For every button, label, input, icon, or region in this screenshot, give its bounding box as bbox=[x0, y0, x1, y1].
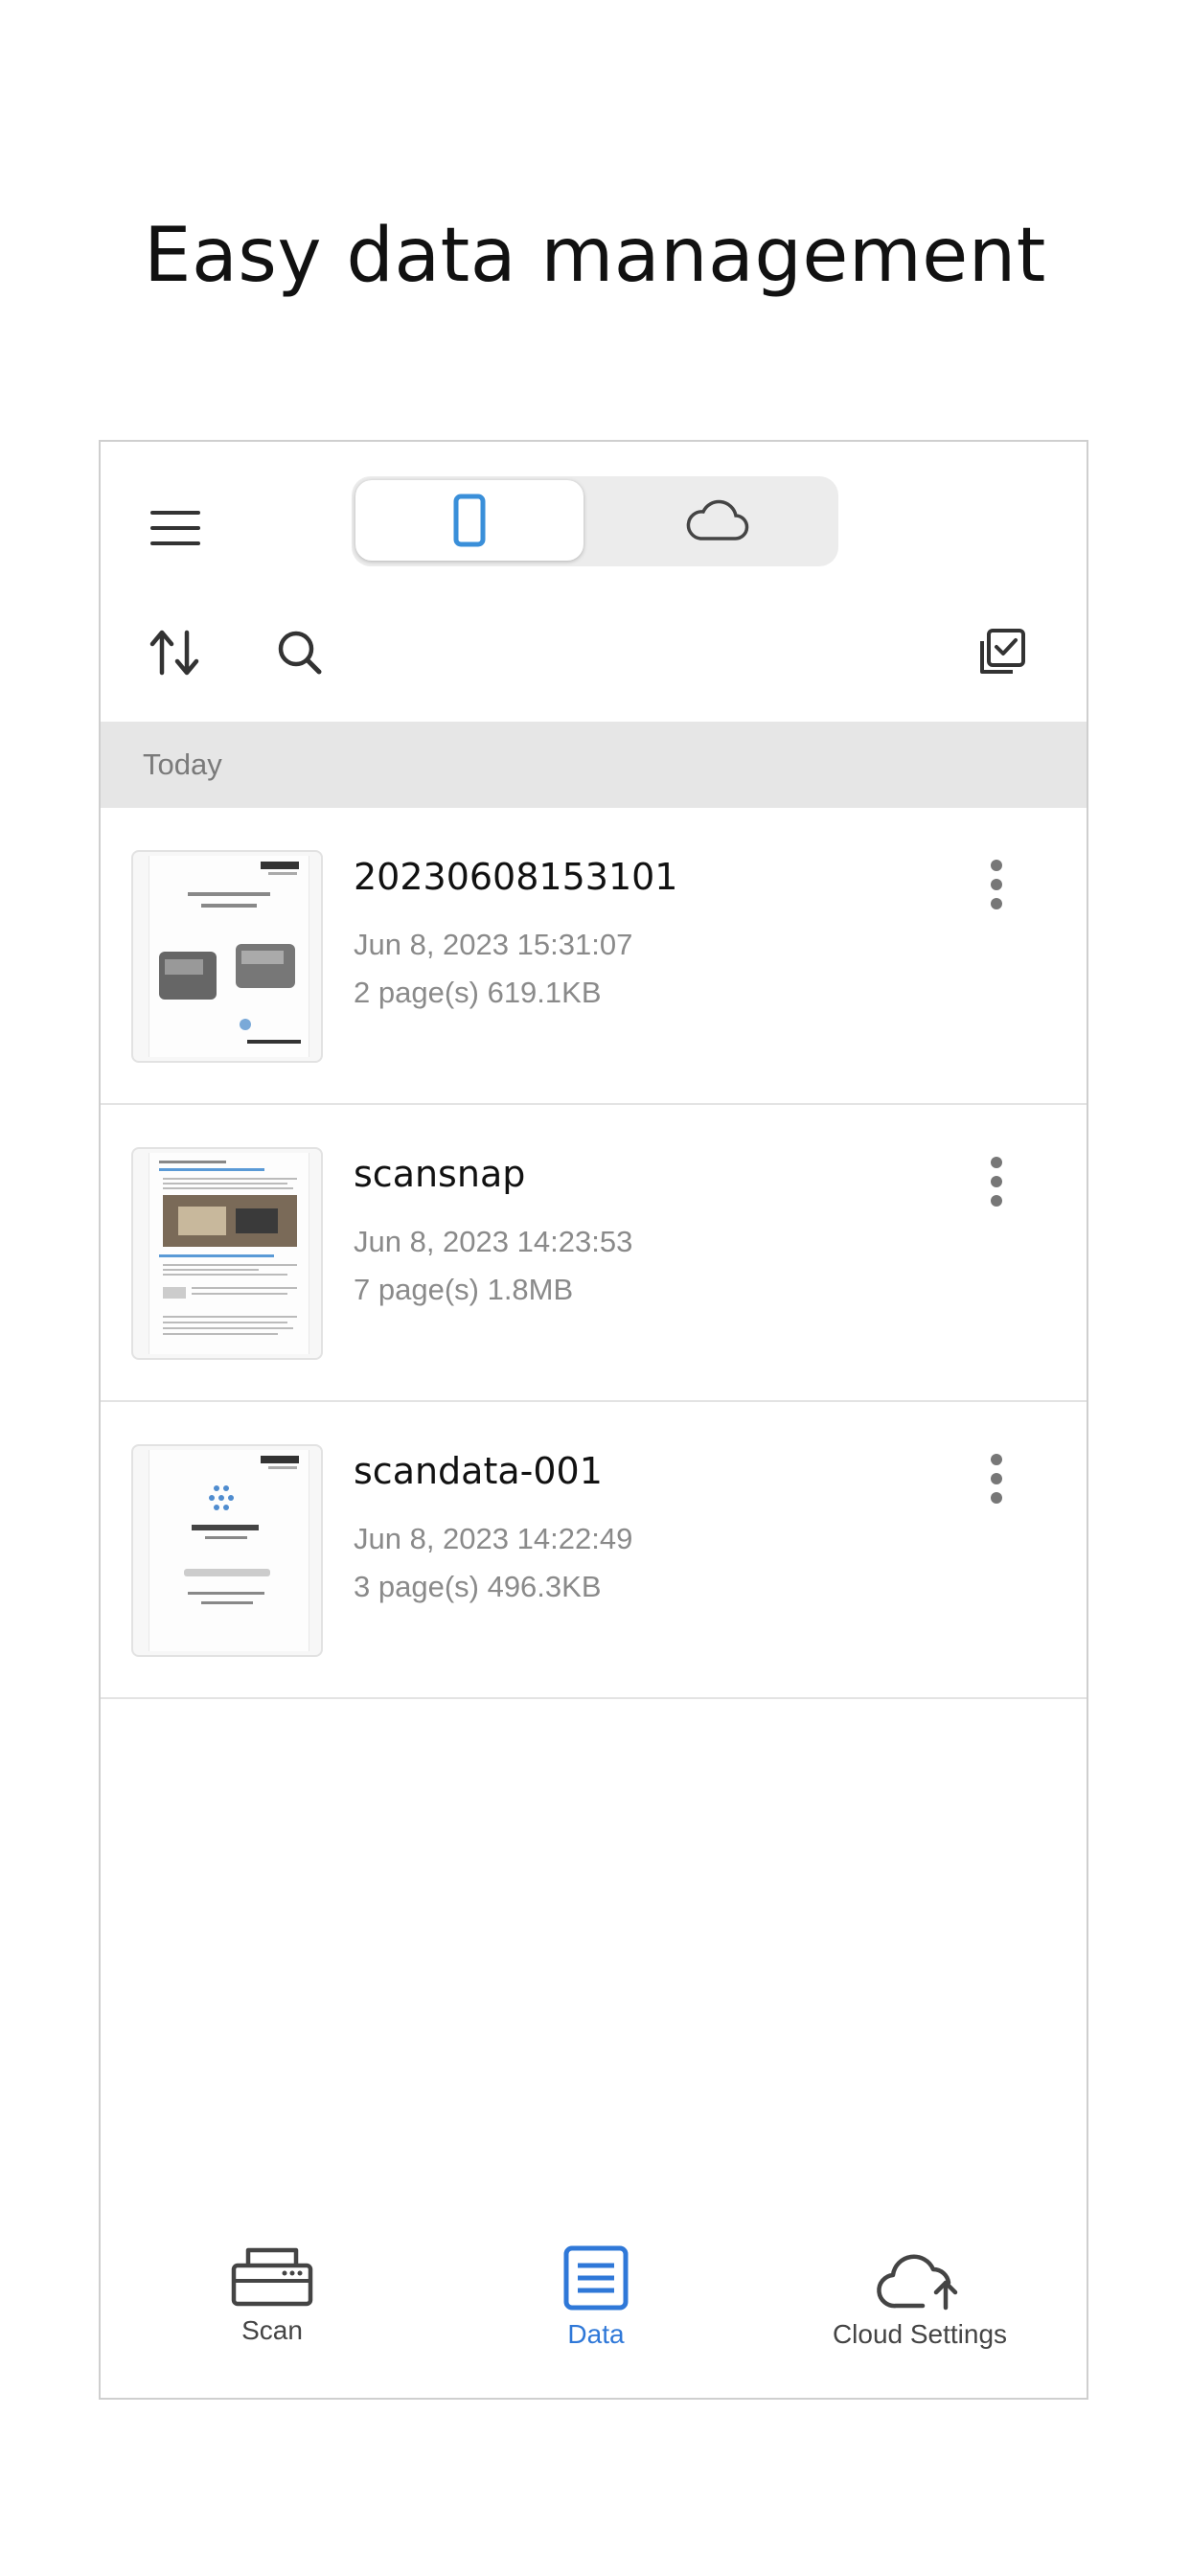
more-options-button[interactable] bbox=[982, 1153, 1011, 1210]
file-thumbnail bbox=[131, 850, 323, 1063]
file-date: Jun 8, 2023 15:31:07 bbox=[354, 928, 633, 961]
storage-toggle bbox=[352, 476, 838, 566]
search-button[interactable] bbox=[271, 624, 329, 681]
multi-select-button[interactable] bbox=[971, 622, 1032, 683]
device-storage-tab[interactable] bbox=[355, 480, 584, 561]
hamburger-icon bbox=[150, 511, 200, 545]
bottom-tab-bar: Scan Data Cloud Settings bbox=[101, 2225, 1087, 2398]
list-item[interactable]: 20230608153101 Jun 8, 2023 15:31:07 2 pa… bbox=[101, 808, 1087, 1105]
file-thumbnail bbox=[131, 1147, 323, 1360]
menu-button[interactable] bbox=[147, 499, 204, 557]
scanner-icon bbox=[231, 2247, 313, 2307]
cloud-storage-tab[interactable] bbox=[601, 480, 833, 561]
tab-scan[interactable]: Scan bbox=[128, 2225, 416, 2398]
multi-select-icon bbox=[980, 629, 1025, 674]
more-vertical-icon bbox=[991, 1454, 1002, 1504]
tab-label: Scan bbox=[241, 2315, 303, 2345]
file-meta: 7 page(s) 1.8MB bbox=[354, 1273, 574, 1306]
cloud-upload-icon bbox=[877, 2254, 958, 2311]
sort-button[interactable] bbox=[147, 624, 204, 681]
more-options-button[interactable] bbox=[982, 1450, 1011, 1507]
app-screen: Today 20230608153101 Jun 8, 2023 15:31:0… bbox=[99, 440, 1088, 2400]
more-vertical-icon bbox=[991, 1157, 1002, 1207]
file-meta: 2 page(s) 619.1KB bbox=[354, 976, 602, 1009]
list-item[interactable]: scansnap Jun 8, 2023 14:23:53 7 page(s) … bbox=[101, 1105, 1087, 1402]
file-list: 20230608153101 Jun 8, 2023 15:31:07 2 pa… bbox=[101, 808, 1087, 1699]
file-name: scandata-001 bbox=[354, 1450, 603, 1492]
sort-icon bbox=[149, 630, 199, 676]
tab-cloud-settings[interactable]: Cloud Settings bbox=[776, 2225, 1064, 2398]
phone-icon bbox=[453, 494, 486, 547]
search-icon bbox=[278, 631, 322, 675]
file-meta: 3 page(s) 496.3KB bbox=[354, 1570, 602, 1603]
tab-label: Data bbox=[567, 2319, 625, 2349]
tab-data[interactable]: Data bbox=[452, 2225, 740, 2398]
file-name: scansnap bbox=[354, 1153, 526, 1195]
tab-label: Cloud Settings bbox=[832, 2319, 1008, 2349]
more-vertical-icon bbox=[991, 860, 1002, 909]
more-options-button[interactable] bbox=[982, 856, 1011, 913]
cloud-icon bbox=[686, 499, 749, 540]
document-icon bbox=[563, 2245, 629, 2311]
file-name: 20230608153101 bbox=[354, 856, 678, 898]
section-header-today: Today bbox=[101, 722, 1087, 808]
file-thumbnail bbox=[131, 1444, 323, 1657]
page-headline: Easy data management bbox=[144, 213, 1046, 299]
list-item[interactable]: scandata-001 Jun 8, 2023 14:22:49 3 page… bbox=[101, 1402, 1087, 1699]
file-date: Jun 8, 2023 14:23:53 bbox=[354, 1225, 633, 1258]
file-date: Jun 8, 2023 14:22:49 bbox=[354, 1522, 633, 1555]
